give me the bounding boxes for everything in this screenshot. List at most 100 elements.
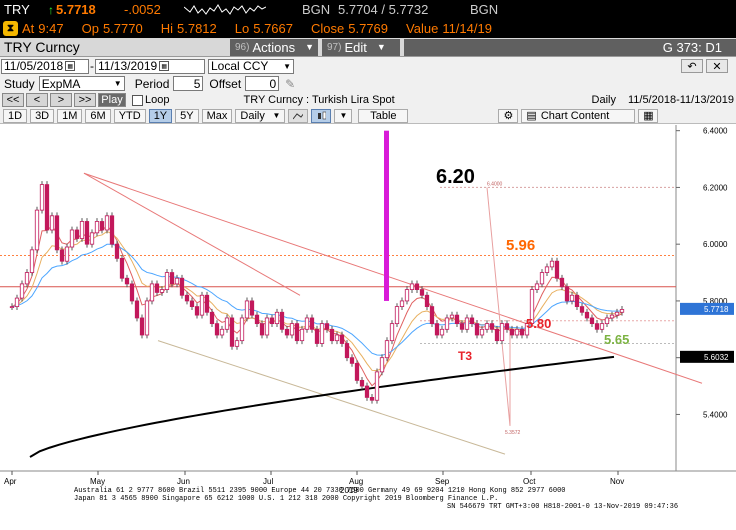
grid-icon[interactable]: ▦ bbox=[638, 108, 659, 123]
candle-body bbox=[29, 249, 35, 273]
period-button-max[interactable]: Max bbox=[201, 108, 233, 123]
candle-body bbox=[359, 379, 365, 387]
offset-input[interactable]: 0 bbox=[245, 76, 280, 91]
candle-body bbox=[329, 328, 335, 342]
high-value: 5.7812 bbox=[177, 21, 217, 36]
candle-body bbox=[229, 317, 235, 347]
actions-menu-button[interactable]: 96) Actions ▼ bbox=[230, 38, 318, 56]
x-tick-label: Jun bbox=[177, 477, 190, 486]
at-label: At bbox=[22, 21, 35, 36]
candle-body bbox=[234, 340, 240, 347]
chart-content-button[interactable]: ▤ Chart Content bbox=[521, 108, 636, 123]
period-button-6m[interactable]: 6M bbox=[85, 108, 111, 123]
x-tick-label: Jul bbox=[263, 477, 273, 486]
x-tick-label: Sep bbox=[435, 477, 450, 486]
candle-body bbox=[619, 309, 625, 313]
line-type-icon[interactable] bbox=[288, 108, 309, 123]
frequency-label: Daily bbox=[591, 94, 616, 106]
calendar-icon[interactable]: ▦ bbox=[65, 61, 76, 71]
period-button-1d[interactable]: 1D bbox=[3, 108, 28, 123]
candle-body bbox=[279, 311, 285, 330]
candle-body bbox=[259, 323, 265, 336]
start-date-field[interactable]: 11/05/2018 ▦ bbox=[1, 58, 89, 74]
sparkline-icon bbox=[184, 3, 266, 15]
title-bar: TRY Curncy 96) Actions ▼ 97) Edit ▼ G 37… bbox=[0, 38, 736, 57]
candle-body bbox=[614, 311, 620, 316]
annotation-6-20: 6.20 bbox=[436, 166, 475, 188]
study-row: Study ExpMA ▼ Period 5 Offset 0 ✎ bbox=[0, 75, 736, 92]
period-button-1y[interactable]: 1Y bbox=[148, 108, 173, 123]
edit-menu-button[interactable]: 97) Edit ▼ bbox=[322, 38, 400, 56]
candle-body bbox=[214, 323, 220, 336]
undo-button[interactable]: ↶ bbox=[681, 59, 703, 73]
chevron-down-icon: ▼ bbox=[305, 42, 315, 52]
first-button[interactable]: << bbox=[2, 93, 24, 107]
price-source-2: BGN bbox=[470, 2, 499, 17]
loop-checkbox[interactable] bbox=[132, 94, 143, 106]
period-toolbar: 1D 3D 1M 6M YTD 1Y 5Y Max Daily ▼ ▼ Table ⚙ ▤ C… bbox=[0, 108, 736, 124]
candles bbox=[9, 181, 625, 404]
prev-button[interactable]: < bbox=[26, 93, 48, 107]
pencil-icon[interactable]: ✎ bbox=[285, 77, 295, 91]
candle-body bbox=[404, 289, 410, 302]
candle-body bbox=[479, 328, 485, 336]
close-button[interactable]: ✕ bbox=[706, 59, 728, 73]
end-date-field[interactable]: 11/13/2019 ▦ bbox=[95, 58, 205, 74]
x-tick-label: Oct bbox=[523, 477, 536, 486]
candle-body bbox=[294, 323, 300, 342]
last-button[interactable]: >> bbox=[74, 93, 96, 107]
next-button[interactable]: > bbox=[50, 93, 72, 107]
period-input[interactable]: 5 bbox=[173, 76, 204, 91]
study-label: Study bbox=[4, 76, 35, 91]
annotation-5-80: 5.80 bbox=[526, 316, 551, 331]
calendar-icon[interactable]: ▦ bbox=[159, 61, 170, 71]
candle-body bbox=[409, 283, 415, 290]
annotation-T3: T3 bbox=[458, 349, 472, 363]
candle-body bbox=[299, 328, 305, 342]
at-value: 9:47 bbox=[38, 21, 64, 36]
pin-icon[interactable]: ⧗ bbox=[3, 21, 18, 36]
candle-body bbox=[444, 317, 450, 330]
currency-select[interactable]: Local CCY ▼ bbox=[208, 58, 294, 74]
period-button-5y[interactable]: 5Y bbox=[175, 108, 199, 123]
candle-body bbox=[334, 334, 340, 342]
candle-body bbox=[249, 300, 255, 316]
trendline-inner bbox=[83, 172, 301, 296]
candle-body bbox=[114, 243, 120, 259]
candle-body bbox=[469, 317, 475, 325]
candle-body bbox=[199, 294, 205, 316]
candle-body bbox=[349, 357, 355, 364]
candle-body bbox=[429, 306, 435, 325]
candle-body bbox=[99, 221, 105, 231]
period-button-1m[interactable]: 1M bbox=[57, 108, 83, 123]
price-chart[interactable]: 6.40006.20006.00005.80005.60005.40006.20… bbox=[0, 125, 736, 530]
footer-line-2: Japan 81 3 4565 8900 Singapore 65 6212 1… bbox=[74, 495, 498, 503]
candle-body bbox=[579, 306, 585, 313]
candle-body bbox=[399, 300, 405, 308]
candle-body bbox=[239, 317, 245, 342]
candle-body bbox=[264, 317, 270, 336]
candle-body bbox=[534, 283, 540, 290]
value-date: 11/14/19 bbox=[442, 21, 492, 36]
candle-type-icon[interactable] bbox=[311, 108, 332, 123]
period-button-3d[interactable]: 3D bbox=[30, 108, 55, 123]
candle-body bbox=[209, 311, 215, 325]
candle-body bbox=[474, 323, 480, 336]
study-select[interactable]: ExpMA ▼ bbox=[38, 76, 125, 91]
candle-body bbox=[14, 297, 20, 308]
settings-icon[interactable]: ⚙ bbox=[498, 108, 519, 123]
table-button[interactable]: Table bbox=[358, 108, 409, 123]
candle-body bbox=[19, 283, 25, 299]
chevron-down-icon: ▼ bbox=[283, 61, 291, 71]
period-button-ytd[interactable]: YTD bbox=[113, 108, 146, 123]
date-range-label: 11/5/2018-11/13/2019 bbox=[627, 94, 734, 106]
chart-type-dropdown[interactable]: ▼ bbox=[334, 108, 353, 123]
chart-canvas[interactable]: 6.40006.20006.00005.80005.60005.40006.20… bbox=[0, 125, 736, 530]
interval-select[interactable]: Daily ▼ bbox=[235, 108, 286, 123]
play-button[interactable]: Play bbox=[98, 93, 126, 107]
bid-ask: 5.7704 / 5.7732 bbox=[338, 2, 429, 17]
low-label: Lo bbox=[234, 21, 250, 36]
footer-line-1: Australia 61 2 9777 8600 Brazil 5511 239… bbox=[74, 487, 565, 495]
y-tick-label: 6.0000 bbox=[703, 240, 728, 249]
date-range-row: 11/05/2018 ▦ - 11/13/2019 ▦ Local CCY ▼ … bbox=[0, 57, 736, 75]
